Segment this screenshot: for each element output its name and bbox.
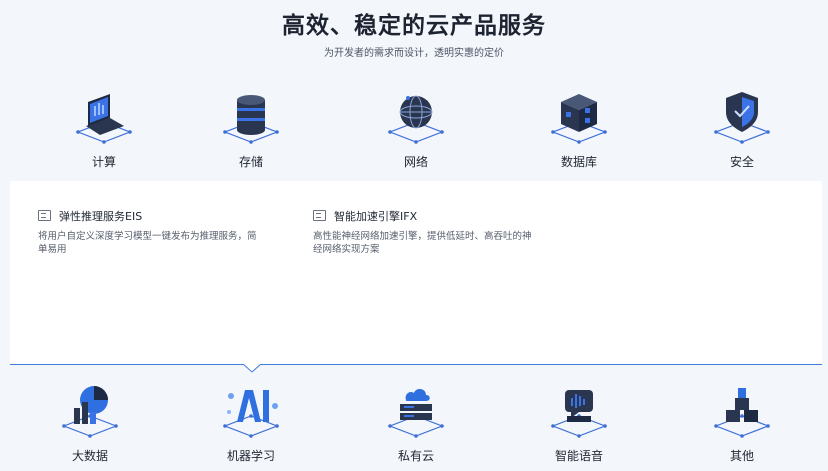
shield-icon — [714, 92, 770, 144]
category-bigdata[interactable]: 大数据 — [30, 382, 150, 467]
category-network[interactable]: 网络 — [356, 88, 476, 173]
product-title: 智能加速引擎IFX — [334, 210, 418, 223]
category-compute[interactable]: 计算 — [44, 88, 164, 173]
category-label: 智能语音 — [554, 449, 603, 463]
ai-icon — [223, 390, 279, 438]
database-stack-icon — [223, 95, 279, 144]
cube-grid-icon — [551, 94, 607, 144]
category-security[interactable]: 安全 — [682, 88, 802, 173]
product-ifx[interactable]: 智能加速引擎IFX 高性能神经网络加速引擎，提供低延时、高吞吐的神经网络实现方案 — [313, 209, 553, 256]
service-icon — [38, 210, 51, 221]
private-cloud-icon — [388, 389, 444, 438]
category-label: 其他 — [729, 449, 754, 463]
category-label: 网络 — [403, 155, 428, 169]
product-title: 弹性推理服务EIS — [59, 210, 143, 223]
bigdata-chart-icon — [62, 386, 118, 438]
laptop-icon — [76, 94, 132, 144]
product-eis[interactable]: 弹性推理服务EIS 将用户自定义深度学习模型一键发布为推理服务，简单易用 — [38, 209, 278, 256]
category-storage[interactable]: 存储 — [191, 88, 311, 173]
category-database[interactable]: 数据库 — [519, 88, 639, 173]
category-row-top: 计算 存储 网络 数据库 安全 — [0, 88, 828, 169]
service-icon — [313, 210, 326, 221]
category-label: 大数据 — [71, 449, 108, 463]
voice-icon — [551, 390, 607, 438]
category-other[interactable]: 其他 — [682, 382, 802, 467]
page-subtitle: 为开发者的需求而设计，透明实惠的定价 — [324, 48, 504, 59]
category-label: 机器学习 — [226, 449, 275, 463]
product-description: 将用户自定义深度学习模型一键发布为推理服务，简单易用 — [38, 231, 257, 255]
active-caret — [243, 364, 261, 373]
product-description: 高性能神经网络加速引擎，提供低延时、高吞吐的神经网络实现方案 — [313, 231, 532, 255]
category-label: 存储 — [238, 155, 263, 169]
panel-divider — [10, 364, 822, 365]
globe-icon — [388, 95, 444, 144]
page-title: 高效、稳定的云产品服务 — [282, 13, 546, 39]
category-voice[interactable]: 智能语音 — [519, 382, 639, 467]
product-title-row: 智能加速引擎IFX — [313, 209, 553, 225]
category-label: 数据库 — [560, 155, 597, 169]
blocks-icon — [714, 388, 770, 438]
category-label: 私有云 — [397, 449, 434, 463]
category-label: 安全 — [729, 155, 754, 169]
category-row-bottom: 大数据 机器学习 私有云 智能语音 其他 — [0, 382, 828, 463]
category-private-cloud[interactable]: 私有云 — [356, 382, 476, 467]
category-machine-learning[interactable]: 机器学习 — [191, 382, 311, 467]
product-title-row: 弹性推理服务EIS — [38, 209, 278, 225]
category-label: 计算 — [91, 155, 116, 169]
